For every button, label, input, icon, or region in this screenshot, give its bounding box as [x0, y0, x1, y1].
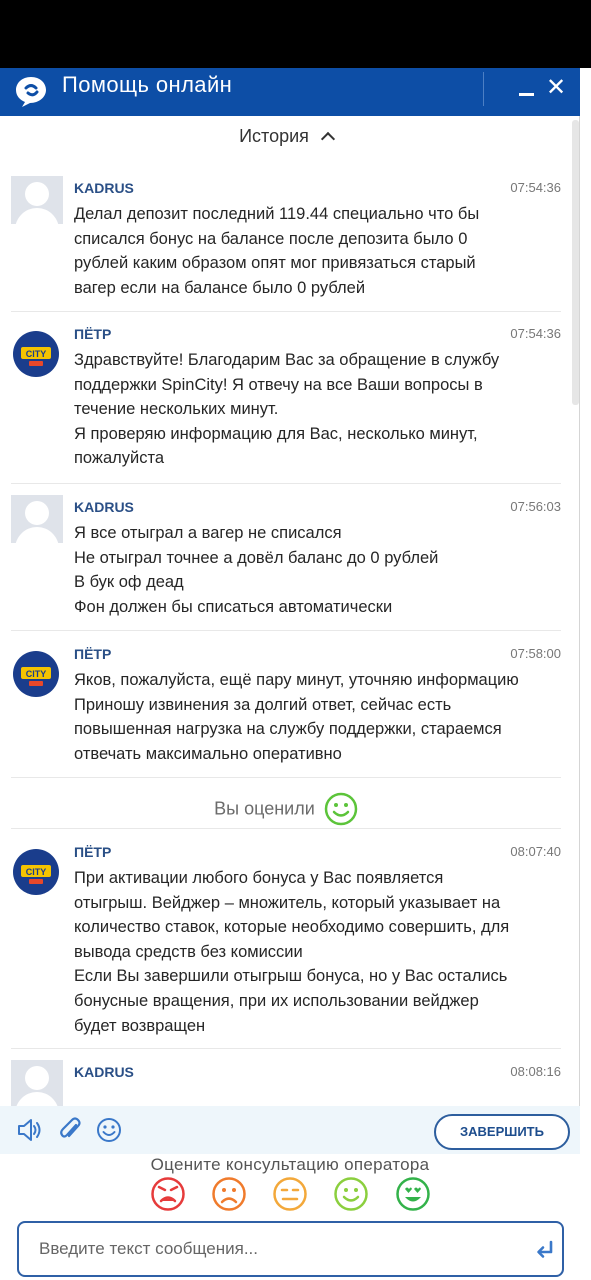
message-divider [11, 483, 561, 484]
message-time: 07:54:36 [510, 180, 561, 195]
emoji-icon[interactable] [95, 1116, 123, 1144]
rated-label: Вы оценили [214, 798, 315, 819]
svg-text:CITY: CITY [26, 349, 47, 359]
message-author: ПЁТР [74, 326, 112, 342]
chat-header: Помощь онлайн ✕ [0, 68, 580, 116]
header-divider [483, 72, 484, 106]
sound-icon[interactable] [16, 1116, 44, 1144]
status-bar [0, 0, 591, 68]
chat-bubble-icon [16, 77, 46, 107]
minimize-button[interactable] [516, 76, 538, 100]
message-divider [11, 1048, 561, 1049]
user-avatar [11, 1060, 63, 1106]
message-author: KADRUS [74, 1064, 134, 1080]
message-author: ПЁТР [74, 844, 112, 860]
message-input-box [17, 1221, 564, 1277]
operator-avatar-icon: CITY [13, 331, 59, 377]
neutral-face-icon[interactable] [272, 1176, 308, 1212]
message-divider [11, 311, 561, 312]
finish-chat-button[interactable]: ЗАВЕРШИТЬ [434, 1114, 570, 1150]
chat-toolbar: ЗАВЕРШИТЬ [0, 1106, 580, 1154]
user-avatar [11, 495, 63, 543]
message-list[interactable]: История KADRUS 07:54:36 Делал депозит по… [0, 116, 580, 1106]
message-time: 07:58:00 [510, 646, 561, 661]
message-text: Здравствуйте! Благодарим Вас за обращени… [74, 351, 500, 468]
message-time: 08:08:16 [510, 1064, 561, 1079]
operator-avatar-icon: CITY [13, 849, 59, 895]
user-avatar [11, 176, 63, 224]
angry-face-icon[interactable] [150, 1176, 186, 1212]
message-divider [11, 777, 561, 778]
message-time: 08:07:40 [510, 844, 561, 859]
message-text: При активации любого бонуса у Вас появля… [74, 869, 510, 1035]
message-time: 07:56:03 [510, 499, 561, 514]
rating-faces [0, 1176, 580, 1212]
love-face-icon[interactable] [395, 1176, 431, 1212]
happy-face-icon[interactable] [333, 1176, 369, 1212]
smile-icon [324, 792, 358, 826]
rating-title: Оцените консультацию оператора [150, 1155, 430, 1174]
message-text: Делал депозит последний 119.44 специальн… [74, 205, 480, 297]
chat-title: Помощь онлайн [62, 72, 233, 97]
operator-avatar-icon: CITY [13, 651, 59, 697]
svg-text:CITY: CITY [26, 867, 47, 877]
message-divider [11, 630, 561, 631]
sad-face-icon[interactable] [211, 1176, 247, 1212]
message-input[interactable] [39, 1233, 509, 1265]
scrollbar[interactable] [572, 120, 579, 405]
message-time: 07:54:36 [510, 326, 561, 341]
rating-result: Вы оценили [0, 792, 572, 826]
message-divider [11, 828, 561, 829]
message-author: KADRUS [74, 499, 134, 515]
message-author: ПЁТР [74, 646, 112, 662]
svg-text:CITY: CITY [26, 669, 47, 679]
attach-icon[interactable] [56, 1116, 84, 1144]
message-author: KADRUS [74, 180, 134, 196]
send-icon[interactable] [534, 1239, 556, 1261]
history-label: История [239, 126, 309, 146]
history-toggle[interactable]: История [0, 116, 572, 156]
chevron-up-icon [320, 131, 335, 147]
message-text: Яков, пожалуйста, ещё пару минут, уточня… [74, 671, 519, 763]
message-text: Я все отыграл а вагер не списался Не оты… [74, 524, 439, 616]
close-button[interactable]: ✕ [544, 73, 568, 103]
